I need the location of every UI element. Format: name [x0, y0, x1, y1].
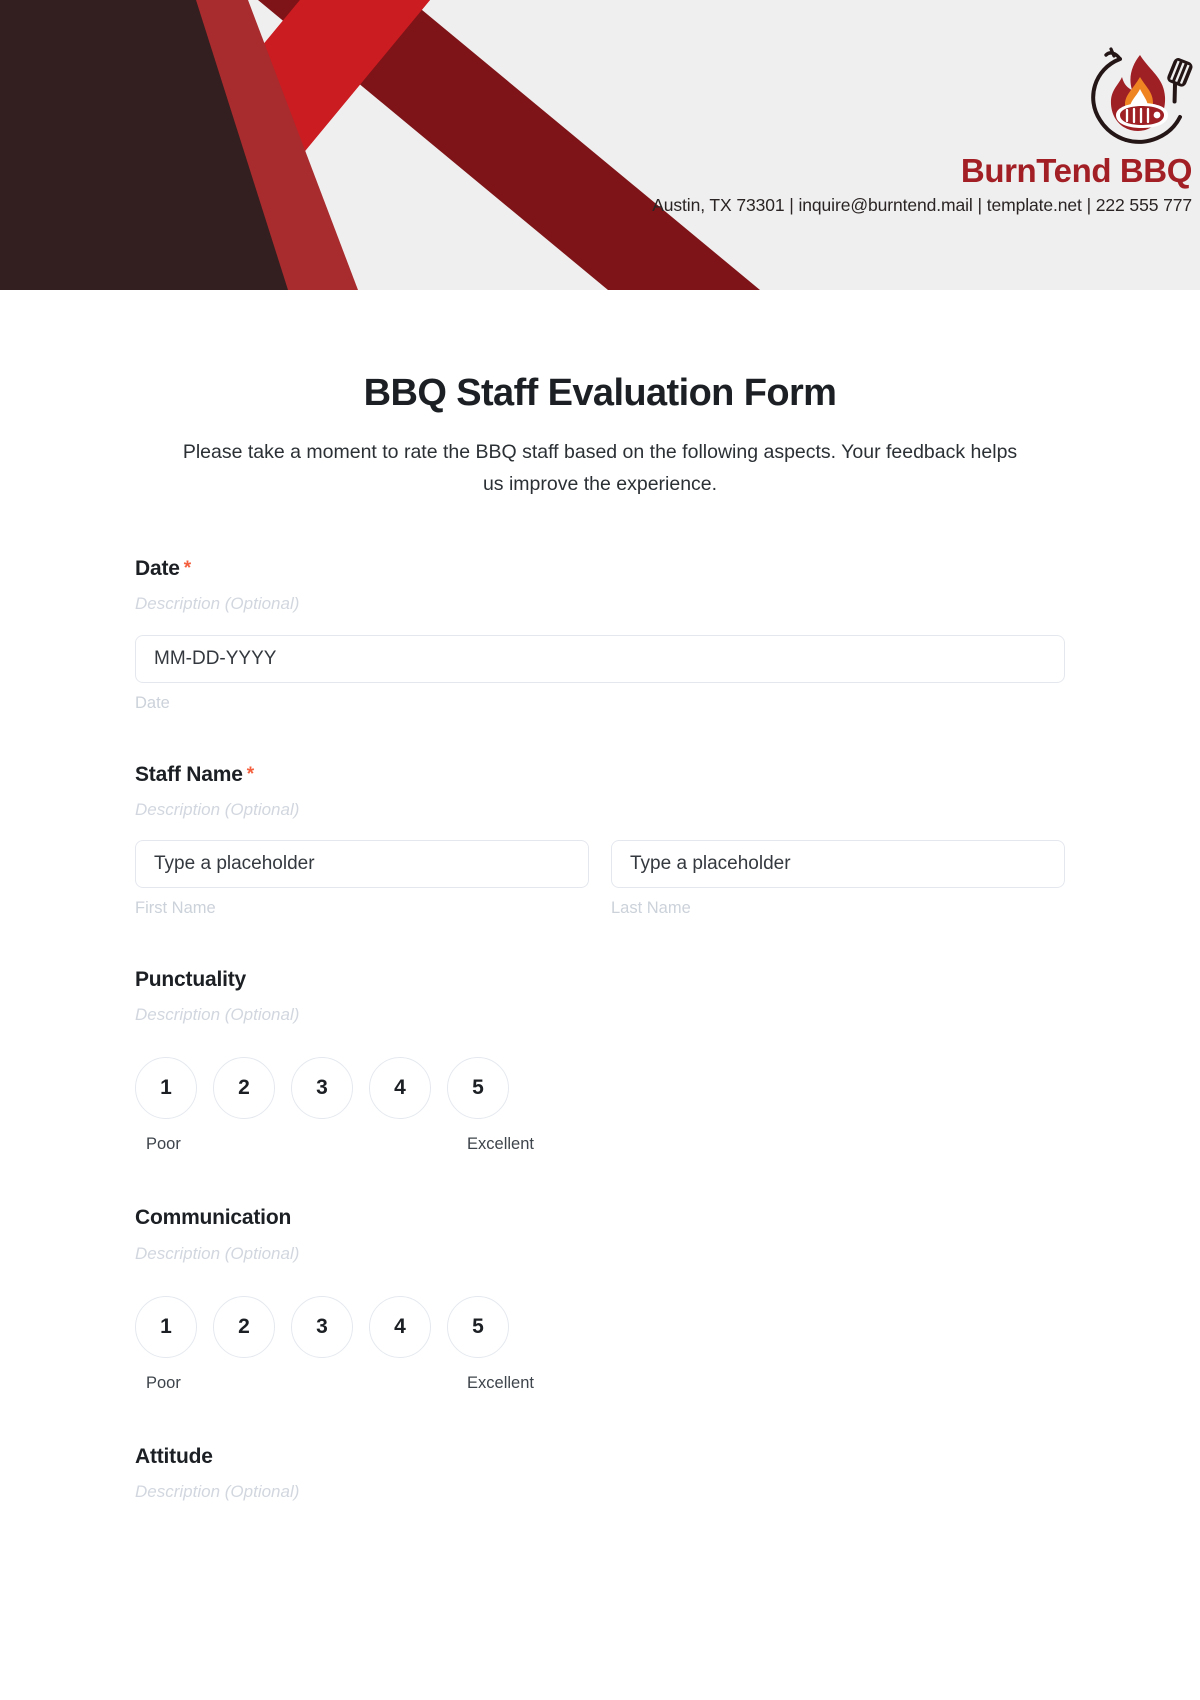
field-staff-name: Staff Name * Description (Optional) Type …: [135, 762, 1065, 919]
sub-label-first-name: First Name: [135, 899, 216, 918]
date-input[interactable]: MM-DD-YYYY: [135, 634, 1065, 683]
field-attitude: Attitude Description (Optional): [135, 1444, 1065, 1503]
rating-anchor-low: Poor: [146, 1135, 181, 1154]
page-title: BBQ Staff Evaluation Form: [363, 372, 837, 414]
rating-options-communication: 1 2 3 4 5: [135, 1296, 1065, 1359]
required-indicator: *: [183, 558, 191, 580]
rating-option-5[interactable]: 5: [447, 1296, 509, 1359]
rating-scale-punctuality: 1 2 3 4 5 Poor Excellent: [135, 1057, 1065, 1157]
field-communication: Communication Description (Optional) 1 2…: [135, 1205, 1065, 1396]
field-date: Date * Description (Optional) MM-DD-YYYY …: [135, 556, 1065, 713]
rating-option-1[interactable]: 1: [135, 1057, 197, 1120]
field-label-date-text: Date: [135, 557, 180, 581]
header-banner: BurnTend BBQ Austin, TX 73301 | inquire@…: [0, 0, 1200, 290]
field-description-communication: Description (Optional): [135, 1243, 300, 1263]
rating-anchor-low: Poor: [146, 1374, 181, 1393]
form-subtitle: Please take a moment to rate the BBQ sta…: [182, 441, 1018, 495]
form-body: BBQ Staff Evaluation Form Please take a …: [0, 372, 1200, 1503]
field-description-staff-name: Description (Optional): [135, 799, 300, 819]
field-punctuality: Punctuality Description (Optional) 1 2 3…: [135, 967, 1065, 1158]
form-page: BurnTend BBQ Austin, TX 73301 | inquire@…: [0, 0, 1200, 1700]
rating-option-4[interactable]: 4: [369, 1296, 431, 1359]
rating-option-3[interactable]: 3: [291, 1057, 353, 1120]
field-label-attitude-text: Attitude: [135, 1445, 213, 1469]
rating-option-5[interactable]: 5: [447, 1057, 509, 1120]
rating-option-4[interactable]: 4: [369, 1057, 431, 1120]
rating-option-3[interactable]: 3: [291, 1296, 353, 1359]
rating-anchor-high: Excellent: [467, 1374, 534, 1393]
rating-option-2[interactable]: 2: [213, 1057, 275, 1120]
input-row-date: MM-DD-YYYY: [135, 634, 1065, 683]
brand-contact-line: Austin, TX 73301 | inquire@burntend.mail…: [652, 194, 1192, 215]
brand-block: BurnTend BBQ Austin, TX 73301 | inquire@…: [600, 45, 1200, 216]
field-label-punctuality-text: Punctuality: [135, 967, 246, 991]
field-description-punctuality: Description (Optional): [135, 1005, 300, 1025]
sub-label-date: Date: [135, 693, 170, 712]
field-label-date: Date *: [135, 556, 1065, 581]
last-name-input[interactable]: Type a placeholder: [611, 840, 1065, 889]
bbq-flame-grill-logo-icon: [1091, 47, 1193, 144]
rating-anchor-high: Excellent: [467, 1135, 534, 1154]
field-label-punctuality: Punctuality: [135, 967, 1065, 992]
field-label-communication: Communication: [135, 1205, 1065, 1230]
rating-anchors-communication: Poor Excellent: [135, 1374, 534, 1396]
field-label-attitude: Attitude: [135, 1444, 1065, 1469]
field-label-communication-text: Communication: [135, 1206, 292, 1230]
rating-option-2[interactable]: 2: [213, 1296, 275, 1359]
rating-scale-communication: 1 2 3 4 5 Poor Excellent: [135, 1296, 1065, 1396]
required-indicator: *: [246, 763, 254, 785]
first-name-input[interactable]: Type a placeholder: [135, 840, 589, 889]
field-label-staff-name-text: Staff Name: [135, 762, 243, 786]
sub-label-last-name: Last Name: [611, 899, 691, 918]
rating-options-punctuality: 1 2 3 4 5: [135, 1057, 1065, 1120]
rating-option-1[interactable]: 1: [135, 1296, 197, 1359]
rating-anchors-punctuality: Poor Excellent: [135, 1135, 534, 1157]
sub-label-row-staff-name: First Name Last Name: [135, 899, 1065, 919]
input-row-staff-name: Type a placeholder Type a placeholder: [135, 840, 1065, 889]
field-description-attitude: Description (Optional): [135, 1482, 300, 1502]
sub-label-row-date: Date: [135, 694, 1065, 714]
field-label-staff-name: Staff Name *: [135, 762, 1065, 787]
brand-name: BurnTend BBQ: [960, 152, 1192, 189]
field-description-date: Description (Optional): [135, 594, 300, 614]
